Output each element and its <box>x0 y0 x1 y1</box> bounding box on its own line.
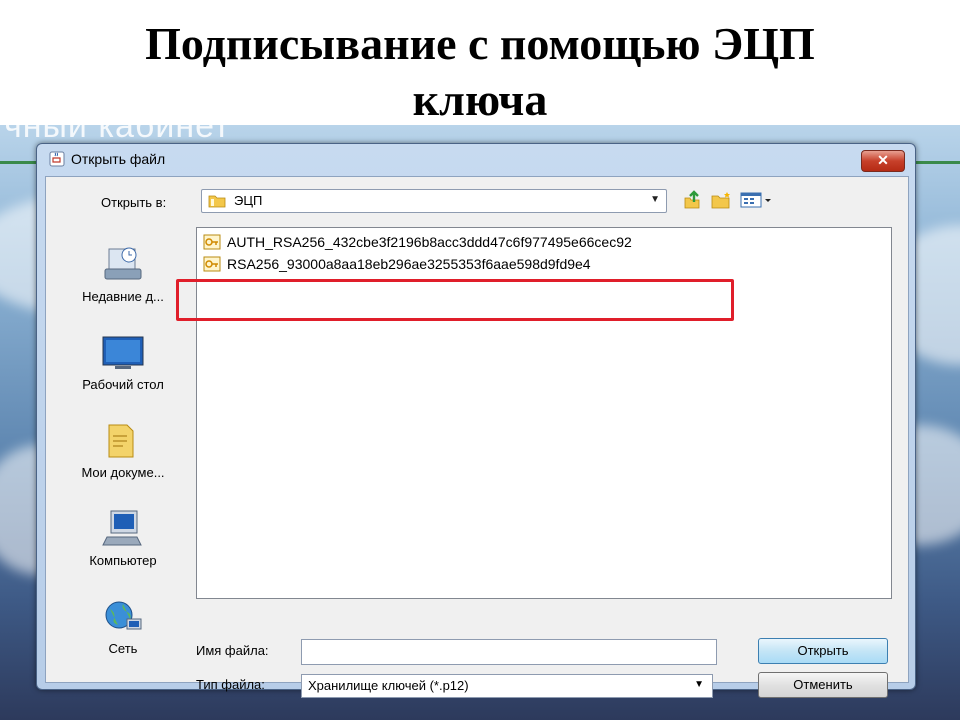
dialog-client-area: Открыть в: ЭЦП ▼ Недавние д... Рабочий с… <box>45 176 909 698</box>
place-recent-label: Недавние д... <box>82 289 164 304</box>
file-type-label: Тип файла: <box>196 677 265 692</box>
documents-folder-icon <box>108 424 134 458</box>
new-folder-icon[interactable] <box>710 191 732 209</box>
place-recent[interactable]: Недавние д... <box>64 245 182 304</box>
folder-up-icon[interactable] <box>682 190 702 210</box>
close-button[interactable]: ✕ <box>861 150 905 172</box>
place-computer-label: Компьютер <box>89 553 157 568</box>
java-cup-icon <box>49 151 65 167</box>
view-menu-icon[interactable] <box>740 191 772 209</box>
open-file-dialog: Открыть файл ✕ Открыть в: ЭЦП ▼ Недавние… <box>36 143 916 698</box>
slide-title-line2: ключа <box>412 74 548 125</box>
place-documents-label: Мои докуме... <box>81 465 165 480</box>
look-in-combo[interactable]: ЭЦП ▼ <box>201 189 667 213</box>
place-documents[interactable]: Мои докуме... <box>64 421 182 480</box>
network-globe-icon <box>105 601 142 630</box>
look-in-value: ЭЦП <box>234 193 263 208</box>
place-network[interactable]: Сеть <box>64 597 182 656</box>
key-file-icon <box>203 234 221 250</box>
slide-title: Подписывание с помощью ЭЦП ключа <box>0 16 960 128</box>
file-name-input[interactable] <box>301 639 717 665</box>
look-in-label: Открыть в: <box>101 195 167 210</box>
chevron-down-icon: ▼ <box>650 194 660 205</box>
key-file-icon <box>203 256 221 272</box>
places-bar: Недавние д... Рабочий стол Мои докуме... <box>64 227 182 677</box>
slide-title-line1: Подписывание с помощью ЭЦП <box>145 18 815 69</box>
place-desktop-label: Рабочий стол <box>82 377 164 392</box>
computer-icon <box>102 510 142 546</box>
folder-icon <box>208 195 226 208</box>
place-computer[interactable]: Компьютер <box>64 509 182 568</box>
file-name-label: Имя файла: <box>196 643 269 658</box>
file-type-combo[interactable]: Хранилище ключей (*.p12) ▼ <box>301 674 713 698</box>
open-button[interactable]: Открыть <box>758 638 888 664</box>
file-name: AUTH_RSA256_432cbe3f2196b8acc3ddd47c6f97… <box>227 234 632 250</box>
cancel-button[interactable]: Отменить <box>758 672 888 698</box>
dialog-title: Открыть файл <box>71 151 166 167</box>
desktop-icon <box>102 336 144 369</box>
place-network-label: Сеть <box>108 641 138 656</box>
recent-documents-icon <box>104 247 142 280</box>
file-type-value: Хранилище ключей (*.p12) <box>308 678 469 693</box>
place-desktop[interactable]: Рабочий стол <box>64 333 182 392</box>
highlight-annotation-box <box>176 279 734 321</box>
file-name: RSA256_93000a8aa18eb296ae3255353f6aae598… <box>227 256 591 272</box>
chevron-down-icon: ▼ <box>694 679 704 690</box>
dialog-titlebar[interactable]: Открыть файл ✕ <box>37 144 915 174</box>
